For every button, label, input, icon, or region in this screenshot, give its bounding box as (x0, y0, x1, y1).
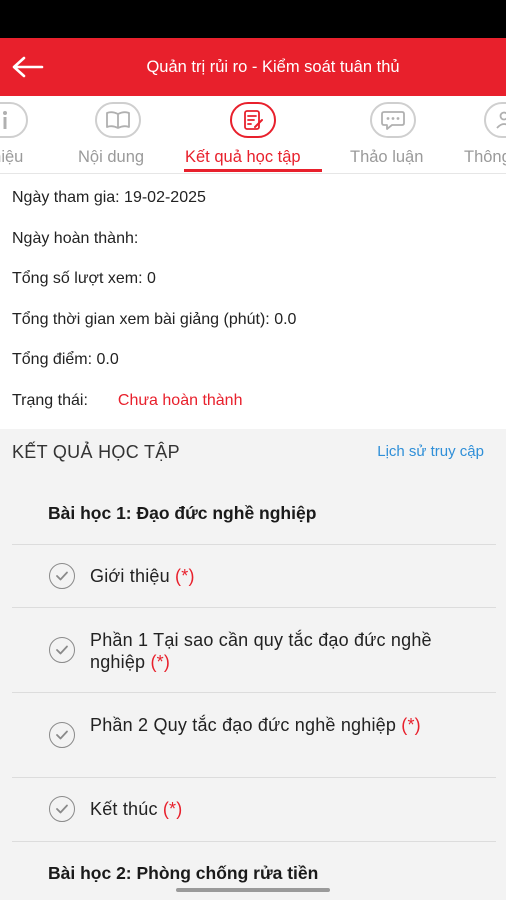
page-title: Quản trị rủi ro - Kiểm soát tuân thủ (146, 58, 400, 76)
check-circle-icon (49, 563, 75, 589)
info-icon (0, 102, 28, 138)
check-circle-icon (49, 796, 75, 822)
total-score: Tổng điểm: 0.0 (12, 351, 119, 368)
list-item[interactable]: Phần 2 Quy tắc đạo đức nghề nghiệp (*) (0, 693, 506, 777)
required-mark: (*) (401, 715, 421, 735)
divider (12, 841, 496, 842)
list-item[interactable]: Kết thúc (*) (0, 778, 506, 840)
total-views: Tổng số lượt xem: 0 (12, 270, 156, 287)
access-history-link[interactable]: Lịch sử truy cập (377, 429, 484, 475)
results-header: KẾT QUẢ HỌC TẬP Lịch sử truy cập (0, 429, 506, 475)
total-watch-time: Tổng thời gian xem bài giảng (phút): 0.0 (12, 311, 297, 328)
tab-bar: Giới thiệu Nội dung Kết quả học tập Thảo… (0, 96, 506, 174)
join-date: Ngày tham gia: 19-02-2025 (12, 189, 206, 206)
required-mark: (*) (175, 566, 195, 586)
lesson-title: Bài học 1: Đạo đức nghề nghiệp (48, 503, 317, 523)
chat-icon (370, 102, 416, 138)
status-value: Chưa hoàn thành (117, 392, 243, 409)
back-button[interactable] (8, 47, 48, 87)
check-circle-icon (49, 637, 75, 663)
item-text: Kết thúc (*) (90, 799, 183, 819)
check-circle-icon (49, 722, 75, 748)
tab-label: Thảo luận (350, 148, 424, 166)
tab-label: Thông (464, 148, 506, 166)
tab-label: Giới thiệu (0, 148, 24, 166)
report-icon (230, 102, 276, 138)
list-item[interactable]: Phần 1 Tại sao cần quy tắc đạo đức nghề … (0, 608, 506, 692)
list-item[interactable]: Giới thiệu (*) (0, 545, 506, 607)
status-bar (0, 0, 506, 38)
item-text: Phần 1 Tại sao cần quy tắc đạo đức nghề … (90, 630, 432, 672)
results-title: KẾT QUẢ HỌC TẬP (12, 442, 180, 462)
status-label: Trạng thái: (12, 392, 88, 409)
item-text: Giới thiệu (*) (90, 566, 195, 586)
status-row: Trạng thái: Chưa hoàn thành (12, 392, 242, 410)
lesson-list: Bài học 1: Đạo đức nghề nghiệp Giới thiệ… (0, 475, 506, 900)
tab-label: Kết quả học tập (185, 148, 301, 166)
tab-label: Nội dung (78, 148, 145, 166)
book-icon (95, 102, 141, 138)
required-mark: (*) (162, 799, 183, 819)
lesson-title: Bài học 2: Phòng chống rửa tiền (48, 863, 319, 883)
completion-date: Ngày hoàn thành: (12, 230, 139, 247)
arrow-left-icon (12, 56, 44, 78)
home-indicator (176, 888, 330, 892)
item-text: Phần 2 Quy tắc đạo đức nghề nghiệp (*) (90, 715, 421, 735)
people-icon (484, 102, 506, 138)
app-bar: Quản trị rủi ro - Kiểm soát tuân thủ (0, 38, 506, 96)
course-summary: Ngày tham gia: 19-02-2025 Ngày hoàn thàn… (0, 175, 506, 429)
required-mark: (*) (150, 652, 171, 672)
active-tab-indicator (184, 169, 322, 172)
